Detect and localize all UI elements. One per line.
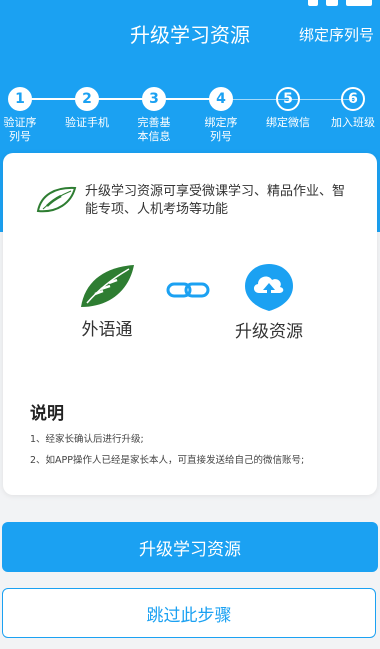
step-number: 4 xyxy=(209,87,233,111)
signal-icon xyxy=(308,0,318,6)
step-number: 3 xyxy=(142,87,166,111)
link-chain-icon xyxy=(166,282,210,298)
step-3: 3 完善基本信息 xyxy=(124,87,184,144)
step-1: 1 验证序列号 xyxy=(0,87,50,144)
step-label: 绑定序列号 xyxy=(204,116,238,143)
step-label: 绑定微信 xyxy=(266,116,310,129)
app-left-label: 外语通 xyxy=(81,320,133,340)
wifi-icon xyxy=(326,0,338,6)
cloud-upload-icon xyxy=(245,264,293,311)
upgrade-card: 升级学习资源可享受微课学习、精品作业、智能专项、人机考场等功能 外语通 升级资源… xyxy=(3,153,377,495)
step-number: 6 xyxy=(341,87,365,111)
step-2: 2 验证手机 xyxy=(57,87,117,130)
bind-serial-link[interactable]: 绑定序列号 xyxy=(299,25,374,45)
note-item: 2、如APP操作人已经是家长本人，可直接发送给自己的微信账号; xyxy=(30,455,305,466)
app-upgrade-resource: 升级资源 xyxy=(235,261,303,343)
skip-button[interactable]: 跳过此步骤 xyxy=(2,588,376,638)
waiyutong-logo-icon xyxy=(81,265,134,307)
upgrade-button[interactable]: 升级学习资源 xyxy=(2,522,378,572)
battery-icon xyxy=(346,0,372,6)
step-label: 完善基本信息 xyxy=(137,116,171,143)
step-label: 加入班级 xyxy=(331,116,375,129)
intro-row: 升级学习资源可享受微课学习、精品作业、智能专项、人机考场等功能 xyxy=(35,183,345,219)
step-number: 5 xyxy=(276,87,300,111)
step-6: 6 加入班级 xyxy=(323,87,380,130)
section-title: 说明 xyxy=(30,404,64,424)
intro-text: 升级学习资源可享受微课学习、精品作业、智能专项、人机考场等功能 xyxy=(85,184,346,217)
app-waiyutong: 外语通 xyxy=(77,261,137,341)
leaf-logo-icon xyxy=(36,186,77,213)
step-4: 4 绑定序列号 xyxy=(191,87,251,144)
app-right-label: 升级资源 xyxy=(235,322,303,342)
step-progress: 1 验证序列号 2 验证手机 3 完善基本信息 4 绑定序列号 5 绑定微信 6… xyxy=(0,87,380,157)
step-number: 1 xyxy=(8,87,32,111)
status-bar xyxy=(308,0,372,8)
step-number: 2 xyxy=(75,87,99,111)
step-label: 验证手机 xyxy=(65,116,109,129)
note-item: 1、经家长确认后进行升级; xyxy=(30,434,144,445)
step-label: 验证序列号 xyxy=(3,116,37,143)
step-5: 5 绑定微信 xyxy=(258,87,318,130)
app-link-row: 外语通 升级资源 xyxy=(3,261,377,351)
